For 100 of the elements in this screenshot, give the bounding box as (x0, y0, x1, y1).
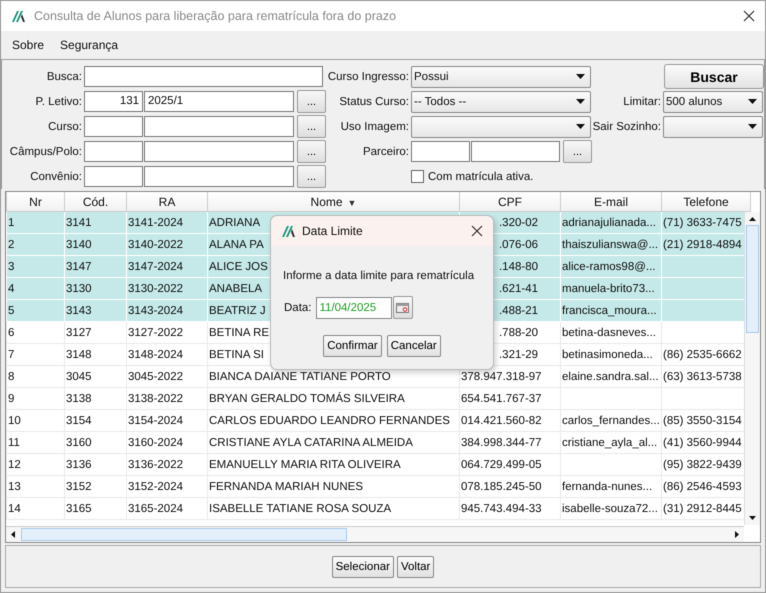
table-cell: 11 (8, 436, 20, 448)
table-cell: 3136 (66, 458, 92, 470)
scroll-thumb[interactable] (746, 225, 759, 333)
lookup-button[interactable]: ... (297, 140, 326, 163)
table-cell: 3160-2024 (128, 436, 183, 448)
table-cell: 3148-2024 (128, 348, 183, 360)
dropdown[interactable] (411, 116, 591, 138)
input-field[interactable] (144, 166, 294, 187)
table-cell: elaine.sandra.sal... (562, 370, 659, 382)
table-cell: manuela-brito73... (562, 282, 655, 294)
table-cell: (95) 3822-9439 (663, 458, 742, 470)
app-logo-icon (281, 224, 296, 238)
table-cell: isabelle-souza72... (562, 502, 658, 514)
table-cell: CRISTIANE AYLA CATARINA ALMEIDA (209, 436, 413, 448)
table-cell: 3143-2024 (128, 304, 183, 316)
dropdown[interactable]: -- Todos -- (411, 90, 591, 112)
table-cell: (86) 2535-6662 (663, 348, 742, 360)
table-cell: 3154 (66, 414, 92, 426)
table-cell: .148-80 (498, 260, 538, 272)
menu-item[interactable]: Segurança (60, 38, 118, 52)
action-button[interactable]: Selecionar (332, 556, 394, 578)
lookup-button[interactable]: ... (297, 90, 326, 113)
input-field[interactable] (84, 116, 143, 137)
dialog-title: Data Limite (302, 224, 363, 238)
table-cell: 3154-2024 (128, 414, 183, 426)
lookup-button[interactable]: ... (297, 165, 326, 188)
table-cell: 378.947.318-97 (461, 370, 542, 382)
table-cell: 3127-2022 (128, 326, 183, 338)
column-header[interactable]: Cód. (64, 192, 126, 212)
column-header[interactable]: Nome ▼ (208, 192, 460, 212)
table-cell: 3148 (66, 348, 92, 360)
table-cell: ISABELLE TATIANE ROSA SOUZA (209, 502, 392, 514)
dropdown[interactable]: Possui (411, 66, 591, 88)
column-header[interactable]: Telefone (662, 192, 750, 212)
table-cell: 3136-2022 (128, 458, 183, 470)
table-cell: betinasimoneda... (562, 348, 653, 360)
action-button[interactable]: Voltar (396, 556, 434, 578)
table-cell: 3138-2022 (128, 392, 183, 404)
scroll-down-icon (749, 516, 756, 520)
table-cell: alice-ramos98@... (562, 260, 656, 272)
table-cell: (86) 2546-4593 (663, 480, 742, 492)
checkbox[interactable] (411, 170, 424, 183)
column-header[interactable]: CPF (460, 192, 560, 212)
scroll-thumb[interactable] (21, 528, 347, 541)
field-label: Status Curso: (338, 96, 410, 108)
calendar-button[interactable] (392, 296, 412, 319)
table-cell: ADRIANA (209, 216, 260, 228)
vertical-scrollbar[interactable] (744, 212, 760, 525)
input-field[interactable] (144, 116, 294, 137)
close-icon (743, 10, 755, 22)
table-cell: 3143 (66, 304, 92, 316)
input-field[interactable] (471, 141, 560, 162)
field-label: Curso Ingresso: (326, 70, 410, 82)
scroll-up-icon (749, 217, 756, 221)
table-cell: 3147-2024 (128, 260, 183, 272)
search-button[interactable]: Buscar (664, 64, 764, 89)
input-field[interactable] (84, 166, 143, 187)
field-label: P. Letivo: (34, 96, 83, 108)
table-cell: betina-dasneves... (562, 326, 656, 338)
column-header[interactable]: E-mail (560, 192, 662, 212)
table-cell: (63) 3613-5738 (663, 370, 742, 382)
table-cell: 3147 (66, 260, 92, 272)
table-cell: BEATRIZ J (209, 304, 266, 316)
menu-item[interactable]: Sobre (12, 38, 44, 52)
table-cell: ALICE JOS (209, 260, 268, 272)
column-header[interactable]: Nr (6, 192, 64, 212)
input-field[interactable] (144, 141, 294, 162)
table-cell: 1 (8, 216, 14, 228)
table-cell: (71) 3633-7475 (663, 216, 742, 228)
table-cell: 384.998.344-77 (461, 436, 542, 448)
input-field[interactable] (84, 66, 323, 87)
sort-icon[interactable]: ▼ (348, 198, 356, 208)
table-cell: 3141-2024 (128, 216, 183, 228)
horizontal-scrollbar[interactable] (6, 526, 744, 542)
column-header[interactable]: RA (126, 192, 208, 212)
lookup-button[interactable]: ... (563, 140, 592, 163)
table-cell: .488-21 (498, 304, 538, 316)
field-label: Uso Imagem: (340, 120, 410, 132)
table-cell: BETINA SI (209, 348, 264, 360)
table-cell: 3045-2022 (128, 370, 183, 382)
field-label: Limitar: (622, 96, 662, 108)
dropdown[interactable]: 500 alunos (663, 90, 763, 112)
table-cell: 7 (8, 348, 14, 360)
input-field[interactable] (411, 141, 470, 162)
dropdown[interactable] (663, 116, 763, 138)
field-label: Parceiro: (362, 146, 410, 158)
table-cell: .076-06 (498, 238, 538, 250)
dialog-button[interactable]: Confirmar (323, 335, 382, 357)
calendar-icon (396, 302, 409, 312)
table-cell: thaiszulianswa@... (562, 238, 658, 250)
table-cell: ALANA PA (209, 238, 264, 250)
table-cell: 10 (8, 414, 21, 426)
table-cell: 3152 (66, 480, 92, 492)
input-field[interactable]: 131 (84, 91, 143, 112)
caret-icon (576, 74, 585, 79)
dialog-button[interactable]: Cancelar (386, 335, 441, 357)
input-field[interactable] (84, 141, 143, 162)
input-field[interactable]: 2025/1 (144, 91, 294, 112)
lookup-button[interactable]: ... (297, 115, 326, 138)
table-cell: cristiane_ayla_al... (562, 436, 658, 448)
